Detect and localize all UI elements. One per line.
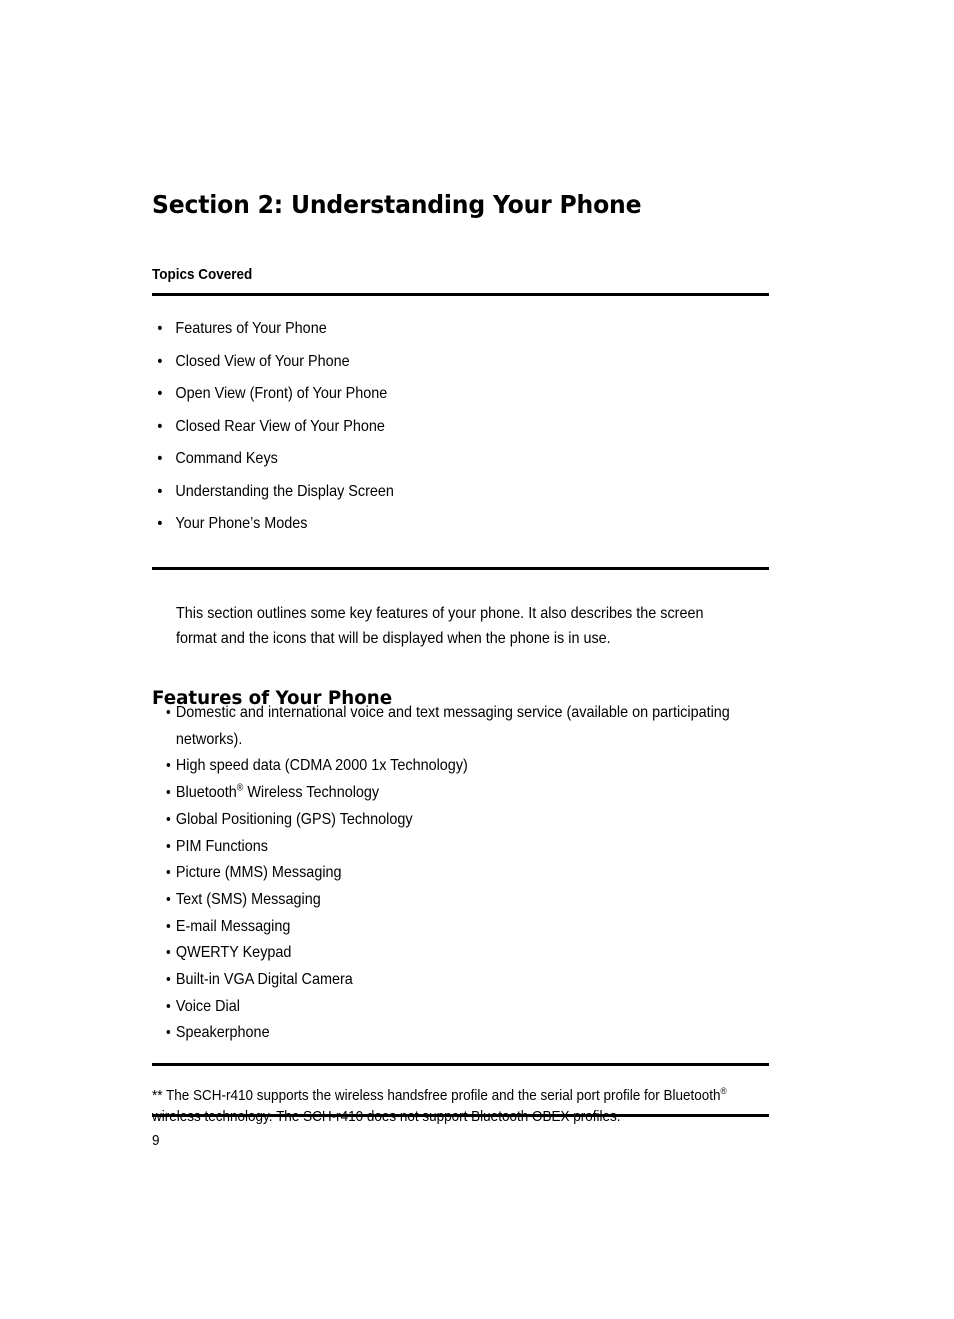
list-item-label: Command Keys (175, 450, 278, 467)
footnote-part-one: ** The SCH-r410 supports the wireless ha… (152, 1087, 721, 1104)
list-item: • Closed Rear View of Your Phone (152, 416, 710, 449)
bluetooth-name: Bluetooth (175, 784, 237, 802)
bullet-icon: • (157, 320, 163, 337)
list-item-label: Features of Your Phone (175, 320, 327, 337)
list-item: • Open View (Front) of Your Phone (152, 383, 710, 416)
features-list: • Domestic and international voice and t… (166, 700, 806, 1047)
list-item-label: Bluetooth® Wireless Technology (175, 782, 380, 802)
bullet-icon: • (157, 385, 163, 402)
bullet-icon: • (166, 810, 171, 828)
topics-covered-label: Topics Covered (152, 266, 253, 283)
list-item-label: Closed Rear View of Your Phone (175, 417, 385, 435)
document-page: Section 2: Understanding Your Phone Topi… (0, 0, 954, 1319)
list-item: • Global Positioning (GPS) Technology (166, 807, 742, 834)
topics-covered-list: • Features of Your Phone • Closed View o… (152, 318, 772, 546)
list-item-label: PIM Functions (175, 837, 268, 855)
list-item: • PIM Functions (166, 834, 742, 861)
registered-trademark-icon: ® (720, 1086, 727, 1096)
bullet-icon: • (166, 837, 171, 855)
divider-above-footnote (152, 1063, 769, 1066)
list-item: • High speed data (CDMA 2000 1x Technolo… (166, 753, 742, 780)
list-item-label: Speakerphone (175, 1024, 270, 1042)
bullet-icon: • (166, 757, 171, 775)
list-item-label: Global Positioning (GPS) Technology (175, 810, 413, 828)
list-item: • Text (SMS) Messaging (166, 887, 742, 914)
bullet-icon: • (166, 864, 171, 882)
list-item-label: Open View (Front) of Your Phone (175, 385, 388, 402)
list-item: • Your Phone’s Modes (152, 513, 710, 546)
registered-trademark-icon: ® (236, 782, 244, 794)
list-item-label: Domestic and international voice and tex… (175, 704, 730, 748)
bullet-icon: • (157, 352, 163, 370)
bullet-icon: • (157, 450, 163, 467)
list-item: • Picture (MMS) Messaging (166, 860, 742, 887)
bullet-icon: • (166, 944, 171, 962)
list-item: • Features of Your Phone (152, 318, 710, 351)
bullet-icon: • (166, 890, 171, 908)
list-item: • Voice Dial (166, 994, 742, 1021)
divider-above-intro (152, 567, 769, 570)
list-item-label: E-mail Messaging (175, 917, 291, 935)
list-item-label: Your Phone’s Modes (175, 515, 308, 532)
bullet-icon: • (166, 997, 171, 1015)
list-item-label: High speed data (CDMA 2000 1x Technology… (175, 757, 468, 775)
bullet-icon: • (166, 917, 171, 935)
footnote: ** The SCH-r410 supports the wireless ha… (152, 1085, 746, 1127)
list-item: • Speakerphone (166, 1020, 742, 1047)
bullet-icon: • (157, 515, 163, 532)
divider-below-footnote (152, 1114, 769, 1117)
list-item-label: Text (SMS) Messaging (175, 890, 321, 908)
list-item: • Closed View of Your Phone (152, 351, 710, 384)
list-item: • QWERTY Keypad (166, 940, 742, 967)
list-item-label: Voice Dial (175, 997, 240, 1015)
bullet-icon: • (166, 784, 171, 802)
intro-paragraph: This section outlines some key features … (176, 605, 704, 647)
list-item: • Understanding the Display Screen (152, 481, 710, 514)
bullet-icon: • (157, 417, 163, 435)
divider-above-topics (152, 293, 769, 296)
bullet-icon: • (157, 482, 163, 500)
bluetooth-suffix: Wireless Technology (243, 784, 380, 802)
bullet-icon: • (166, 1024, 171, 1042)
list-item: • E-mail Messaging (166, 914, 742, 941)
list-item-label: Closed View of Your Phone (175, 352, 350, 370)
bullet-icon: • (166, 704, 171, 721)
bullet-icon: • (166, 971, 171, 989)
page-number: 9 (152, 1132, 160, 1149)
list-item: • Domestic and international voice and t… (166, 700, 797, 753)
list-item-bluetooth: • Bluetooth® Wireless Technology (166, 780, 742, 807)
list-item-label: Built-in VGA Digital Camera (175, 971, 353, 989)
page-title: Section 2: Understanding Your Phone (152, 189, 642, 219)
list-item: • Command Keys (152, 448, 710, 481)
list-item-label: Picture (MMS) Messaging (175, 864, 342, 882)
list-item-label: QWERTY Keypad (175, 944, 292, 962)
list-item-label: Understanding the Display Screen (175, 482, 394, 500)
list-item: • Built-in VGA Digital Camera (166, 967, 742, 994)
